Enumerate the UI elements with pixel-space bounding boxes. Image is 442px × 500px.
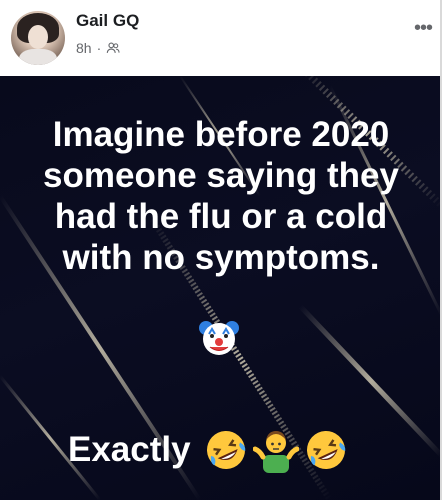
avatar[interactable] <box>11 11 65 65</box>
avatar-body <box>19 49 57 65</box>
clown-face-icon <box>199 321 239 355</box>
meme-line-1: Imagine before 2020 <box>52 115 390 154</box>
meme-line-2: someone saying they <box>43 156 399 195</box>
person-shrugging-icon <box>252 431 299 473</box>
rolling-laughing-icon <box>206 431 245 469</box>
post-time[interactable]: 8h <box>76 40 92 56</box>
more-options-button[interactable]: ••• <box>410 17 436 39</box>
post-image[interactable]: Imagine before 2020 someone saying they … <box>0 76 442 500</box>
friends-icon[interactable] <box>106 41 120 55</box>
meme-line-3: had the flu or a cold <box>54 197 388 236</box>
author-name[interactable]: Gail GQ <box>76 11 139 31</box>
exactly-row: Exactly <box>68 426 349 474</box>
meme-text: Imagine before 2020 someone saying they … <box>0 114 442 278</box>
post-meta: 8h · <box>76 39 120 57</box>
meta-separator: · <box>96 40 102 56</box>
exactly-text: Exactly <box>68 430 191 469</box>
post-header: Gail GQ 8h · ••• <box>0 0 442 76</box>
rolling-laughing-icon <box>306 431 345 469</box>
meme-line-4: with no symptoms. <box>62 238 380 277</box>
avatar-face <box>28 25 48 49</box>
